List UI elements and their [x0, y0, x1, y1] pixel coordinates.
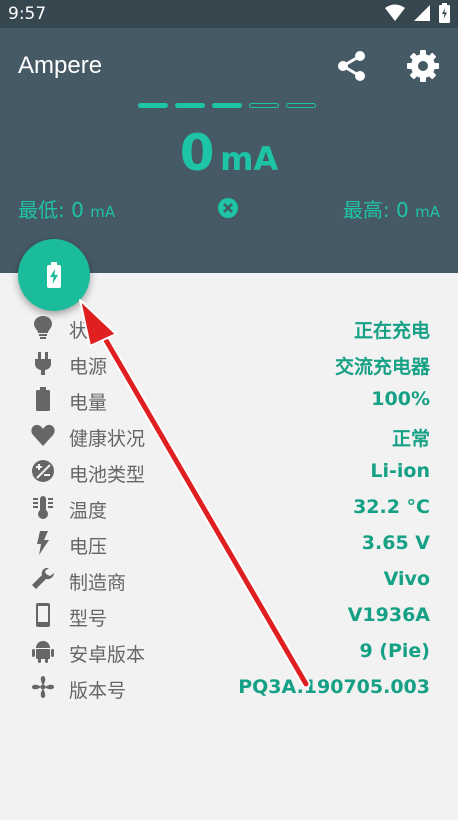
battery-info-list: 状态 正在充电 电源 交流充电器 电量 100% 健康状况 正常 电池类型 Li… [0, 309, 458, 705]
settings-button[interactable] [405, 48, 441, 84]
info-row-build-number: 版本号 PQ3A.190705.003 [0, 669, 458, 705]
header-panel: Ampere 0 mA 最低: 0 mA 最高: 0 mA [0, 28, 458, 273]
info-value: Li-ion [370, 460, 430, 482]
info-row-status: 状态 正在充电 [0, 309, 458, 345]
battery-type-icon [32, 460, 54, 482]
info-label: 版本号 [69, 680, 127, 702]
battery-charging-icon [47, 262, 61, 288]
info-row-manufacturer: 制造商 Vivo [0, 561, 458, 597]
info-label: 制造商 [69, 572, 127, 594]
info-value: 9 (Pie) [359, 640, 430, 662]
info-value: 交流充电器 [334, 356, 430, 378]
info-row-level: 电量 100% [0, 381, 458, 417]
info-row-battery-type: 电池类型 Li-ion [0, 453, 458, 489]
min-label: 最低: [18, 198, 65, 222]
level-dash [249, 103, 279, 108]
status-time: 9:57 [8, 4, 47, 24]
gear-icon [407, 50, 439, 82]
info-label: 状态 [69, 320, 108, 342]
status-icons [385, 3, 450, 23]
battery-icon [36, 387, 50, 411]
app-title: Ampere [18, 52, 103, 79]
battery-fab-button[interactable] [18, 239, 90, 311]
info-label: 电源 [69, 356, 108, 378]
info-value: PQ3A.190705.003 [238, 676, 430, 698]
fan-icon [32, 676, 54, 698]
wifi-icon [385, 4, 405, 21]
info-value: 100% [371, 388, 430, 410]
info-value: 32.2 °C [353, 496, 430, 518]
android-icon [32, 641, 54, 663]
min-value: 0 [71, 198, 84, 222]
current-reading: 0 mA [0, 124, 458, 182]
max-unit: mA [415, 203, 440, 221]
info-row-android-version: 安卓版本 9 (Pie) [0, 633, 458, 669]
current-unit: mA [220, 140, 279, 178]
close-icon [218, 198, 238, 218]
level-dash [286, 103, 316, 108]
signal-icon [414, 5, 430, 21]
battery-status-icon [439, 3, 450, 23]
phone-icon [36, 603, 50, 627]
bulb-icon [34, 316, 52, 339]
share-icon [338, 51, 365, 81]
level-dash [138, 103, 168, 108]
current-value: 0 [179, 124, 215, 182]
info-value: 3.65 V [361, 532, 430, 554]
min-unit: mA [90, 203, 116, 221]
info-value: 正常 [391, 428, 430, 450]
info-label: 型号 [69, 608, 108, 630]
info-row-temperature: 温度 32.2 °C [0, 489, 458, 525]
info-row-health: 健康状况 正常 [0, 417, 458, 453]
info-row-model: 型号 V1936A [0, 597, 458, 633]
share-button[interactable] [334, 48, 370, 84]
thermometer-icon [33, 496, 53, 519]
plug-icon [35, 352, 51, 375]
info-row-power-source: 电源 交流充电器 [0, 345, 458, 381]
info-value: Vivo [383, 568, 430, 590]
info-label: 健康状况 [69, 428, 146, 450]
level-dash [212, 103, 242, 108]
max-label: 最高: [342, 198, 390, 222]
max-reading: 最高: 0 mA [343, 194, 440, 223]
heart-icon [31, 424, 55, 446]
level-dash [175, 103, 205, 108]
min-reading: 最低: 0 mA [18, 194, 115, 223]
info-value: 正在充电 [353, 320, 430, 342]
info-label: 电量 [69, 392, 108, 414]
wrench-icon [32, 568, 54, 589]
level-indicator [138, 103, 316, 108]
voltage-icon [37, 531, 49, 555]
max-value: 0 [396, 198, 409, 222]
info-label: 温度 [69, 500, 108, 522]
reset-button[interactable] [218, 198, 238, 218]
info-label: 安卓版本 [69, 644, 146, 666]
info-label: 电压 [69, 536, 108, 558]
info-label: 电池类型 [69, 464, 146, 486]
info-value: V1936A [347, 604, 430, 626]
status-bar: 9:57 [0, 0, 458, 28]
info-row-voltage: 电压 3.65 V [0, 525, 458, 561]
